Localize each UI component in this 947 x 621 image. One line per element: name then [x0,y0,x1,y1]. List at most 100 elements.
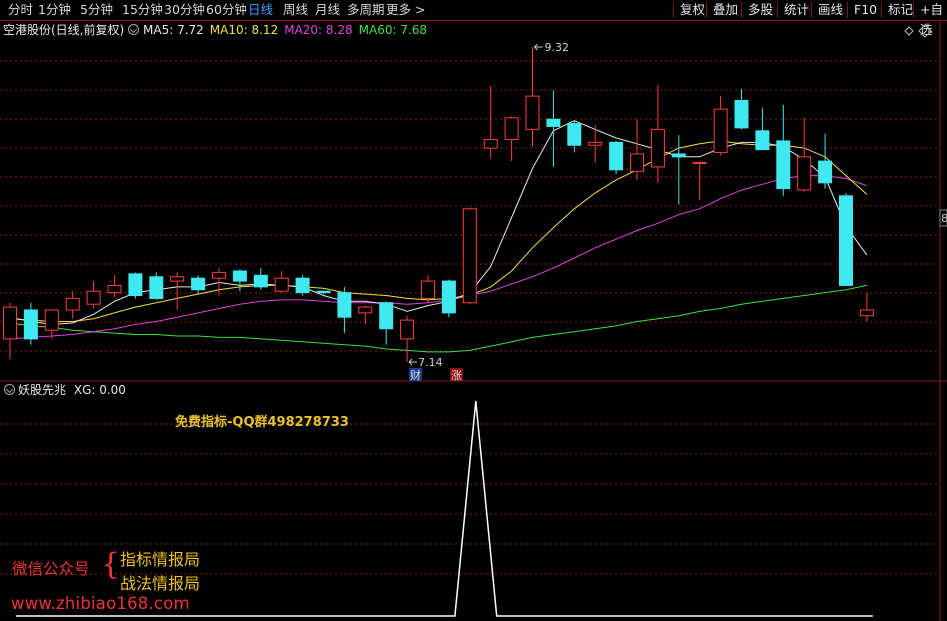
candle [337,286,352,334]
candle [274,270,289,293]
wm-item-2: 战法情报局 [120,574,201,593]
cai-badge-label: 财 [410,368,421,382]
candle [212,268,226,296]
candle [23,302,38,345]
candle [797,117,812,192]
candle-body [671,153,686,158]
candle [609,140,624,175]
candle [776,104,791,196]
candle [755,107,770,151]
candle [650,84,665,183]
candle-body [170,276,185,282]
candle-body [483,138,498,149]
candle [567,120,582,153]
candle-body [567,123,582,146]
candle-body [504,117,519,140]
right-axis-label: 8 [941,212,947,225]
candle-body [776,140,791,190]
candle-body [358,306,373,314]
candle-body [441,280,456,314]
candle-body [316,290,331,294]
candle-body [609,141,624,171]
candle-body [86,290,101,305]
low-marker-arrow [408,358,418,366]
candle-body [212,271,226,279]
indicator-info-bar: 妖股先兆 XG: 0.00 [0,382,126,398]
low-price-label: 7.14 [418,356,443,369]
candle-body [734,99,749,129]
candle [630,119,644,180]
diamond-icon [904,26,914,36]
candle-body [421,280,435,299]
wm-item-1: 指标情报局 [120,550,201,569]
candle [734,88,749,130]
diamond-icon-large [918,24,932,38]
candle-body [191,277,206,291]
indicator-collapse-icon[interactable] [4,384,15,395]
qq-watermark: 免费指标-QQ群498278733 [175,415,349,430]
candle [295,275,310,296]
candle-body [839,195,853,286]
candle-body [274,277,289,292]
wechat-label: 微信公众号 [12,560,90,578]
price-chart[interactable]: 9.32 7.14财 涨 8 [0,0,947,621]
high-price-label: 9.32 [545,41,570,54]
candle [483,86,498,159]
candle-body [588,141,603,146]
candle-body [755,130,770,151]
candle [839,192,853,286]
candle-body [692,162,707,165]
brace: { [101,547,121,582]
candle-body [713,108,728,153]
candle [441,279,456,318]
candle-body [44,309,59,331]
candle-body [23,309,38,340]
candle [253,268,268,290]
zhang-badge-label: 涨 [451,369,462,382]
candle [713,96,728,156]
candle-body [462,208,477,304]
candle-body [859,309,874,317]
candle [191,275,206,295]
candle [671,135,686,205]
high-marker-arrow [533,43,543,51]
candle-body [650,128,665,168]
candle [379,301,394,345]
candle [107,275,122,297]
candle-body [65,297,80,311]
candle-body [232,270,247,282]
ma20-line [9,175,868,340]
candle-body [400,319,415,340]
candle [859,292,874,322]
candle-body [818,160,833,184]
candle [128,272,143,299]
candle-body [149,276,164,299]
website-url: www.zhibiao168.com [11,594,190,613]
candle [44,309,59,339]
candle [400,315,415,362]
candle [504,116,519,162]
candle-body [379,302,394,330]
candle-body [253,274,268,288]
candle [692,161,707,201]
candle-body [3,306,17,340]
candle [86,281,101,309]
candle [65,291,80,319]
candle-body [128,273,143,297]
xg-value: XG: 0.00 [73,383,126,397]
candle [818,133,833,189]
candle [421,275,435,303]
candle-body [546,118,561,127]
indicator-name[interactable]: 妖股先兆 [18,383,66,397]
candle-body [797,156,812,191]
candle [588,125,603,163]
candle-body [107,284,122,294]
candle-body [337,292,352,318]
candle-body [295,277,310,294]
candle [525,47,540,147]
candle [149,272,164,300]
candle-body [525,95,540,130]
candle [462,207,477,305]
candle-body [630,153,644,172]
candle [170,272,185,310]
